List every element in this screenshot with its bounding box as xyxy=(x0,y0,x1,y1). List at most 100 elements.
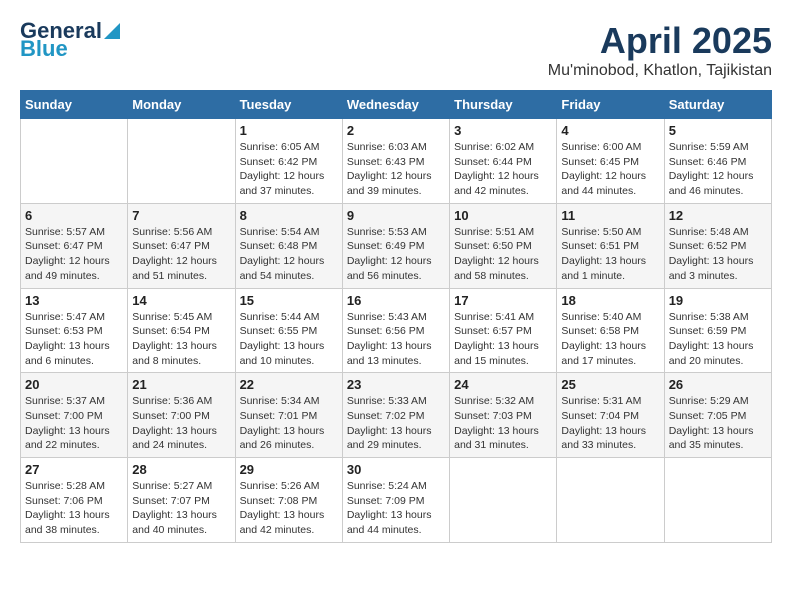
calendar-cell: 20 Sunrise: 5:37 AM Sunset: 7:00 PM Dayli… xyxy=(21,373,128,458)
day-detail: Sunrise: 5:26 AM Sunset: 7:08 PM Dayligh… xyxy=(240,479,338,538)
logo-blue: Blue xyxy=(20,38,68,60)
calendar-cell: 28 Sunrise: 5:27 AM Sunset: 7:07 PM Dayli… xyxy=(128,458,235,543)
day-number: 7 xyxy=(132,208,230,223)
calendar-week-row: 1 Sunrise: 6:05 AM Sunset: 6:42 PM Daylig… xyxy=(21,119,772,204)
calendar-cell: 1 Sunrise: 6:05 AM Sunset: 6:42 PM Daylig… xyxy=(235,119,342,204)
calendar-week-row: 27 Sunrise: 5:28 AM Sunset: 7:06 PM Dayli… xyxy=(21,458,772,543)
calendar-table: SundayMondayTuesdayWednesdayThursdayFrid… xyxy=(20,90,772,543)
day-detail: Sunrise: 5:33 AM Sunset: 7:02 PM Dayligh… xyxy=(347,394,445,453)
day-detail: Sunrise: 5:27 AM Sunset: 7:07 PM Dayligh… xyxy=(132,479,230,538)
calendar-cell: 14Sunrise: 5:45 AM Sunset: 6:54 PM Dayli… xyxy=(128,288,235,373)
day-number: 10 xyxy=(454,208,552,223)
calendar-header-monday: Monday xyxy=(128,91,235,119)
calendar-cell: 3Sunrise: 6:02 AM Sunset: 6:44 PM Daylig… xyxy=(450,119,557,204)
day-number: 26 xyxy=(669,377,767,392)
calendar-cell xyxy=(128,119,235,204)
day-detail: Sunrise: 5:32 AM Sunset: 7:03 PM Dayligh… xyxy=(454,394,552,453)
day-number: 6 xyxy=(25,208,123,223)
day-detail: Sunrise: 5:53 AM Sunset: 6:49 PM Dayligh… xyxy=(347,225,445,284)
calendar-cell: 7 Sunrise: 5:56 AM Sunset: 6:47 PM Daylig… xyxy=(128,203,235,288)
day-number: 4 xyxy=(561,123,659,138)
day-detail: Sunrise: 5:57 AM Sunset: 6:47 PM Dayligh… xyxy=(25,225,123,284)
day-number: 30 xyxy=(347,462,445,477)
day-number: 24 xyxy=(454,377,552,392)
day-detail: Sunrise: 5:38 AM Sunset: 6:59 PM Dayligh… xyxy=(669,310,767,369)
day-detail: Sunrise: 6:00 AM Sunset: 6:45 PM Dayligh… xyxy=(561,140,659,199)
day-detail: Sunrise: 5:51 AM Sunset: 6:50 PM Dayligh… xyxy=(454,225,552,284)
calendar-cell: 21 Sunrise: 5:36 AM Sunset: 7:00 PM Dayli… xyxy=(128,373,235,458)
calendar-cell: 24 Sunrise: 5:32 AM Sunset: 7:03 PM Dayli… xyxy=(450,373,557,458)
calendar-header-wednesday: Wednesday xyxy=(342,91,449,119)
calendar-week-row: 20 Sunrise: 5:37 AM Sunset: 7:00 PM Dayli… xyxy=(21,373,772,458)
page-subtitle: Mu'minobod, Khatlon, Tajikistan xyxy=(548,62,772,80)
title-block: April 2025 Mu'minobod, Khatlon, Tajikist… xyxy=(548,20,772,80)
day-detail: Sunrise: 5:37 AM Sunset: 7:00 PM Dayligh… xyxy=(25,394,123,453)
day-detail: Sunrise: 5:56 AM Sunset: 6:47 PM Dayligh… xyxy=(132,225,230,284)
page-title: April 2025 xyxy=(548,20,772,62)
calendar-week-row: 13 Sunrise: 5:47 AM Sunset: 6:53 PM Dayli… xyxy=(21,288,772,373)
day-detail: Sunrise: 5:28 AM Sunset: 7:06 PM Dayligh… xyxy=(25,479,123,538)
calendar-cell: 5 Sunrise: 5:59 AM Sunset: 6:46 PM Daylig… xyxy=(664,119,771,204)
calendar-cell: 26 Sunrise: 5:29 AM Sunset: 7:05 PM Dayli… xyxy=(664,373,771,458)
day-detail: Sunrise: 5:45 AM Sunset: 6:54 PM Dayligh… xyxy=(132,310,230,369)
day-detail: Sunrise: 5:50 AM Sunset: 6:51 PM Dayligh… xyxy=(561,225,659,284)
calendar-cell: 4 Sunrise: 6:00 AM Sunset: 6:45 PM Daylig… xyxy=(557,119,664,204)
calendar-cell xyxy=(664,458,771,543)
day-number: 1 xyxy=(240,123,338,138)
calendar-cell: 15Sunrise: 5:44 AM Sunset: 6:55 PM Dayli… xyxy=(235,288,342,373)
day-detail: Sunrise: 5:48 AM Sunset: 6:52 PM Dayligh… xyxy=(669,225,767,284)
day-number: 9 xyxy=(347,208,445,223)
day-number: 29 xyxy=(240,462,338,477)
calendar-cell: 11Sunrise: 5:50 AM Sunset: 6:51 PM Dayli… xyxy=(557,203,664,288)
calendar-header-row: SundayMondayTuesdayWednesdayThursdayFrid… xyxy=(21,91,772,119)
day-number: 5 xyxy=(669,123,767,138)
day-number: 18 xyxy=(561,293,659,308)
calendar-header-saturday: Saturday xyxy=(664,91,771,119)
day-number: 8 xyxy=(240,208,338,223)
calendar-cell: 23 Sunrise: 5:33 AM Sunset: 7:02 PM Dayli… xyxy=(342,373,449,458)
calendar-cell: 19 Sunrise: 5:38 AM Sunset: 6:59 PM Dayli… xyxy=(664,288,771,373)
calendar-week-row: 6 Sunrise: 5:57 AM Sunset: 6:47 PM Daylig… xyxy=(21,203,772,288)
day-number: 16 xyxy=(347,293,445,308)
calendar-cell xyxy=(557,458,664,543)
day-detail: Sunrise: 6:03 AM Sunset: 6:43 PM Dayligh… xyxy=(347,140,445,199)
calendar-header-friday: Friday xyxy=(557,91,664,119)
calendar-header-sunday: Sunday xyxy=(21,91,128,119)
day-number: 22 xyxy=(240,377,338,392)
calendar-cell: 18 Sunrise: 5:40 AM Sunset: 6:58 PM Dayli… xyxy=(557,288,664,373)
calendar-cell: 12Sunrise: 5:48 AM Sunset: 6:52 PM Dayli… xyxy=(664,203,771,288)
page-header: General Blue April 2025 Mu'minobod, Khat… xyxy=(20,20,772,80)
calendar-cell: 16Sunrise: 5:43 AM Sunset: 6:56 PM Dayli… xyxy=(342,288,449,373)
day-detail: Sunrise: 5:31 AM Sunset: 7:04 PM Dayligh… xyxy=(561,394,659,453)
calendar-cell: 10 Sunrise: 5:51 AM Sunset: 6:50 PM Dayli… xyxy=(450,203,557,288)
day-number: 13 xyxy=(25,293,123,308)
day-detail: Sunrise: 5:54 AM Sunset: 6:48 PM Dayligh… xyxy=(240,225,338,284)
calendar-header-thursday: Thursday xyxy=(450,91,557,119)
calendar-cell: 22Sunrise: 5:34 AM Sunset: 7:01 PM Dayli… xyxy=(235,373,342,458)
day-detail: Sunrise: 5:24 AM Sunset: 7:09 PM Dayligh… xyxy=(347,479,445,538)
calendar-cell: 30 Sunrise: 5:24 AM Sunset: 7:09 PM Dayli… xyxy=(342,458,449,543)
day-detail: Sunrise: 5:47 AM Sunset: 6:53 PM Dayligh… xyxy=(25,310,123,369)
calendar-cell: 2 Sunrise: 6:03 AM Sunset: 6:43 PM Daylig… xyxy=(342,119,449,204)
day-number: 21 xyxy=(132,377,230,392)
day-number: 25 xyxy=(561,377,659,392)
day-number: 19 xyxy=(669,293,767,308)
day-detail: Sunrise: 6:05 AM Sunset: 6:42 PM Dayligh… xyxy=(240,140,338,199)
day-number: 27 xyxy=(25,462,123,477)
day-number: 23 xyxy=(347,377,445,392)
day-number: 2 xyxy=(347,123,445,138)
day-detail: Sunrise: 5:41 AM Sunset: 6:57 PM Dayligh… xyxy=(454,310,552,369)
day-number: 28 xyxy=(132,462,230,477)
logo: General Blue xyxy=(20,20,120,60)
calendar-cell: 8 Sunrise: 5:54 AM Sunset: 6:48 PM Daylig… xyxy=(235,203,342,288)
day-detail: Sunrise: 5:29 AM Sunset: 7:05 PM Dayligh… xyxy=(669,394,767,453)
calendar-cell: 6 Sunrise: 5:57 AM Sunset: 6:47 PM Daylig… xyxy=(21,203,128,288)
day-detail: Sunrise: 6:02 AM Sunset: 6:44 PM Dayligh… xyxy=(454,140,552,199)
day-number: 15 xyxy=(240,293,338,308)
calendar-cell: 27 Sunrise: 5:28 AM Sunset: 7:06 PM Dayli… xyxy=(21,458,128,543)
day-detail: Sunrise: 5:36 AM Sunset: 7:00 PM Dayligh… xyxy=(132,394,230,453)
calendar-cell xyxy=(450,458,557,543)
day-number: 20 xyxy=(25,377,123,392)
day-detail: Sunrise: 5:59 AM Sunset: 6:46 PM Dayligh… xyxy=(669,140,767,199)
day-detail: Sunrise: 5:40 AM Sunset: 6:58 PM Dayligh… xyxy=(561,310,659,369)
